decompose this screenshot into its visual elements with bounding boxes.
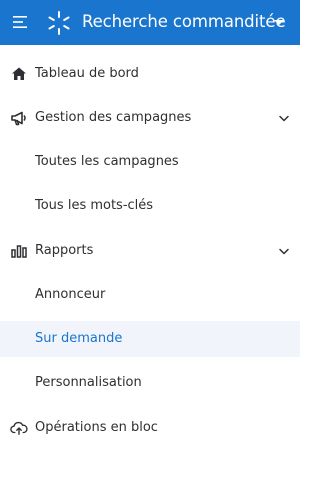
megaphone-icon (10, 109, 28, 127)
home-icon (10, 65, 28, 83)
caret-down-icon[interactable] (274, 20, 284, 25)
app-title[interactable]: Recherche commanditée (82, 11, 286, 33)
sidebar-item-gestion-des-campagnes[interactable]: Gestion des campagnes (0, 100, 300, 136)
sidebar-item-label: Rapports (35, 243, 94, 258)
app: Recherche commanditée Tableau de bord Ge… (0, 0, 300, 486)
chevron-up-icon[interactable] (278, 112, 290, 124)
sidebar-item-personnalisation[interactable]: Personnalisation (0, 365, 300, 401)
bar-chart-icon (10, 242, 28, 260)
sidebar-item-label: Opérations en bloc (35, 420, 158, 435)
sidebar-item-tableau-de-bord[interactable]: Tableau de bord (0, 56, 300, 92)
sidebar-item-toutes-les-campagnes[interactable]: Toutes les campagnes (0, 144, 300, 180)
sidebar-item-operations-en-bloc[interactable]: Opérations en bloc (0, 410, 300, 446)
sidebar-item-label: Annonceur (35, 287, 106, 302)
sidebar-item-tous-les-mots-cles[interactable]: Tous les mots-clés (0, 188, 300, 224)
sidebar-item-annonceur[interactable]: Annonceur (0, 277, 300, 313)
sidebar-item-label: Tableau de bord (35, 66, 139, 81)
sidebar-item-label: Sur demande (35, 331, 123, 346)
chevron-up-icon[interactable] (278, 245, 290, 257)
sidebar-item-label: Gestion des campagnes (35, 110, 192, 125)
sidebar-item-sur-demande[interactable]: Sur demande (0, 321, 300, 357)
sidebar-item-label: Tous les mots-clés (35, 198, 154, 213)
sidebar-item-rapports[interactable]: Rapports (0, 233, 300, 269)
sidebar-item-label: Personnalisation (35, 375, 142, 390)
hamburger-menu-icon[interactable] (11, 13, 29, 31)
app-header: Recherche commanditée (0, 0, 300, 45)
sidebar-item-label: Toutes les campagnes (35, 154, 179, 169)
cloud-upload-icon (10, 419, 28, 437)
spark-logo-icon (48, 11, 70, 35)
